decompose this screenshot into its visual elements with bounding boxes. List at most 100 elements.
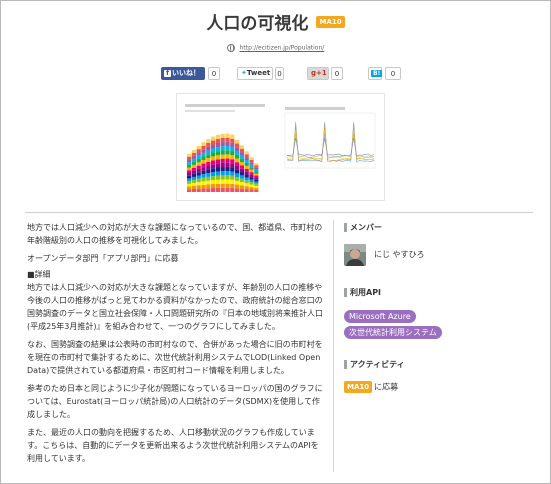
thumbnail-bar-segment — [192, 171, 196, 174]
thumbnail-bar-segment — [216, 135, 220, 139]
thumbnail-bar-segment — [225, 142, 229, 146]
thumbnail-bar-segment — [235, 162, 239, 166]
thumbnail-bar-segment — [187, 154, 191, 157]
title-row: 人口の可視化 MA10 — [0, 9, 551, 34]
thumbnail-bar-segment — [187, 176, 191, 179]
thumbnail-bar-segment — [192, 186, 196, 189]
thumbnail-bar-segment — [254, 167, 258, 169]
thumbnail-bar-segment — [216, 176, 220, 180]
thumbnail-bar-segment — [201, 156, 205, 160]
thumbnail-bar-segment — [201, 164, 205, 168]
facebook-like-button[interactable]: f いいね！ — [161, 67, 205, 80]
thumbnail-bar-segment — [240, 159, 244, 162]
thumbnail-bar-segment — [221, 138, 225, 142]
api-heading: 利用API — [344, 287, 381, 299]
thumbnail-bar-segment — [192, 150, 196, 153]
thumbnail-bar-segment — [249, 165, 253, 167]
thumbnail-bar-segment — [225, 150, 229, 154]
thumbnail-bar-segment — [206, 169, 210, 173]
thumbnail-bar-segment — [225, 163, 229, 167]
api-tag-statistics-system[interactable]: 次世代統計利用システム — [344, 326, 442, 339]
thumbnail-bar-segment — [187, 181, 191, 184]
hatena-bookmark-button[interactable]: B! — [368, 67, 382, 80]
thumbnail-bar-segment — [249, 170, 253, 172]
thumbnail-bar-segment — [230, 159, 234, 163]
thumbnail-bar-segment — [192, 168, 196, 171]
description-paragraph: 地方では人口減少への対応が大きな課題となっていますが、年齢別の人口の推移や今後の… — [27, 281, 323, 333]
thumbnail-bar-segment — [221, 175, 225, 179]
thumbnail-bar-segment — [245, 186, 249, 189]
thumbnail-bar-segment — [240, 149, 244, 152]
thumbnail-bar-segment — [240, 179, 244, 182]
thumbnail-bar-segment — [249, 185, 253, 187]
thumbnail-bar-segment — [197, 185, 201, 188]
activity-badge[interactable]: MA10 — [344, 381, 372, 393]
thumbnail-bar-segment — [216, 159, 220, 163]
thumbnail-bar-segment — [249, 157, 253, 159]
thumbnail-bar-segment — [230, 139, 234, 143]
thumbnail-bar-segment — [225, 184, 229, 188]
thumbnail-bar-segment — [249, 172, 253, 174]
thumbnail-bar-segment — [225, 133, 229, 137]
thumbnail-bar-segment — [201, 178, 205, 182]
thumbnail-bar-segment — [192, 183, 196, 186]
thumbnail-bar-segment — [192, 156, 196, 159]
thumbnail-bar-segment — [211, 180, 215, 184]
thumbnail-bar-segment — [254, 190, 258, 192]
thumbnail-bar-segment — [221, 155, 225, 159]
thumbnail-bar-segment — [245, 166, 249, 169]
thumbnail-bar-segment — [245, 157, 249, 160]
thumbnail-bar-segment — [240, 189, 244, 192]
avatar[interactable] — [344, 244, 366, 266]
thumbnail-bar-segment — [201, 188, 205, 192]
detail-heading: ■詳細 — [27, 268, 323, 281]
facebook-icon: f — [164, 70, 171, 77]
thumbnail-bar-segment — [254, 171, 258, 173]
thumbnail-bar-segment — [206, 154, 210, 158]
thumbnail-bar-segment — [249, 190, 253, 192]
thumbnail-bar-segment — [245, 189, 249, 192]
member-name[interactable]: にじ やすひろ — [374, 249, 425, 260]
thumbnail-bar-segment — [192, 162, 196, 165]
project-url-link[interactable]: http://ecitizen.jp/Population/ — [240, 45, 325, 52]
sidebar: メンバー — [344, 222, 524, 234]
tweet-button[interactable]: ✦Tweet — [237, 67, 273, 80]
thumbnail-bar-segment — [206, 184, 210, 188]
thumbnail-bar-segment — [235, 185, 239, 189]
thumbnail-bar-segment — [206, 147, 210, 151]
thumbnail-bar-segment — [192, 174, 196, 177]
thumbnail-bar-segment — [254, 165, 258, 167]
thumbnail-bar-segment — [201, 174, 205, 178]
api-tag-azure[interactable]: Microsoft Azure — [344, 310, 416, 323]
app-screenshot-thumbnail[interactable] — [176, 93, 385, 201]
thumbnail-bar-segment — [249, 187, 253, 189]
thumbnail-bar-segment — [225, 138, 229, 142]
thumbnail-bar-segment — [240, 155, 244, 158]
thumbnail-bar-segment — [192, 165, 196, 168]
thumbnail-bar-segment — [211, 172, 215, 176]
thumbnail-bar-segment — [254, 178, 258, 180]
google-plus-button[interactable]: g+1 — [307, 67, 329, 80]
thumbnail-bar-segment — [245, 151, 249, 154]
thumbnail-bar-segment — [197, 146, 201, 149]
thumbnail-bar-segment — [245, 175, 249, 178]
tweet-label: Tweet — [247, 69, 270, 77]
facebook-count: 0 — [208, 67, 220, 80]
thumbnail-bar-segment — [206, 177, 210, 181]
thumbnail-bar-segment — [230, 151, 234, 155]
thumbnail-bar-segment — [187, 159, 191, 162]
thumbnail-bar-segment — [197, 169, 201, 172]
thumbnail-bar-segment — [245, 180, 249, 183]
thumbnail-bar-segment — [254, 173, 258, 175]
thumbnail-bar-segment — [187, 187, 191, 190]
thumbnail-bar-segment — [230, 155, 234, 159]
thumbnail-bar-segment — [235, 147, 239, 151]
thumbnail-bar-segment — [245, 163, 249, 166]
thumbnail-bar-segment — [201, 146, 205, 150]
thumbnail-bar-segment — [187, 165, 191, 168]
thumbnail-bar-segment — [187, 168, 191, 171]
column-divider — [333, 220, 334, 472]
thumbnail-bar-segment — [206, 158, 210, 162]
thumbnail-bar-segment — [249, 180, 253, 182]
contest-badge[interactable]: MA10 — [316, 16, 344, 28]
